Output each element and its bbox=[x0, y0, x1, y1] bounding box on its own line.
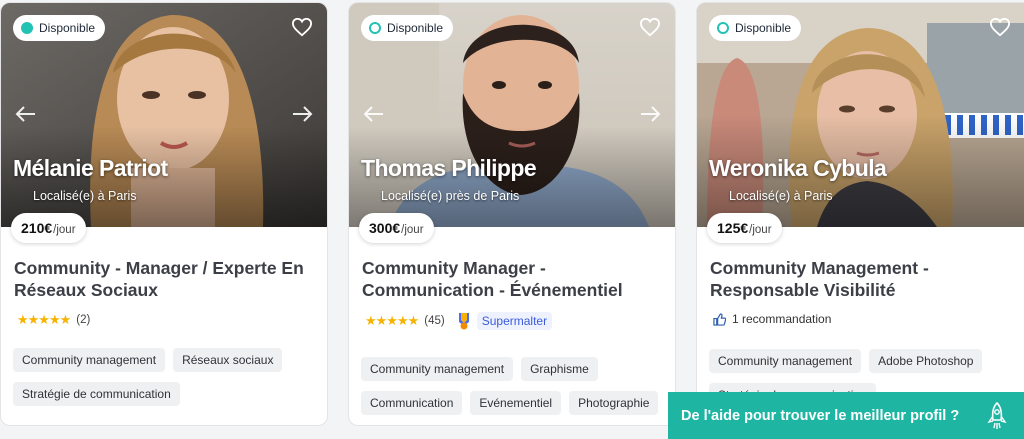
price-badge: 125€ /jour bbox=[707, 213, 782, 243]
skill-tag: Community management bbox=[13, 348, 166, 372]
skill-tag: Photographie bbox=[569, 391, 659, 415]
rating-count: (2) bbox=[76, 314, 91, 326]
skill-tag: Stratégie de communication bbox=[13, 382, 180, 406]
skill-tag: Communication bbox=[361, 391, 463, 415]
supermalter-icon bbox=[458, 313, 469, 330]
freelancer-card-thomas[interactable]: Disponible Thomas Philippe Localisé(e) p… bbox=[348, 2, 676, 426]
freelancer-card-weronika[interactable]: Disponible Weronika Cybula Localisé(e) à… bbox=[696, 2, 1024, 426]
skill-tag: Réseaux sociaux bbox=[173, 348, 283, 372]
skill-tag: Adobe Photoshop bbox=[869, 349, 983, 373]
skill-tags: Community management Réseaux sociaux Str… bbox=[13, 348, 323, 406]
freelancer-location: Localisé(e) près de Paris bbox=[381, 189, 520, 203]
heart-icon[interactable] bbox=[989, 17, 1011, 37]
skill-tag: Graphisme bbox=[521, 357, 598, 381]
price-unit: /jour bbox=[749, 224, 772, 236]
arrow-right-icon[interactable] bbox=[291, 105, 313, 123]
available-dot-icon bbox=[369, 22, 381, 34]
price-amount: 125€ bbox=[717, 220, 749, 236]
rating-count: (45) bbox=[424, 315, 445, 327]
price-unit: /jour bbox=[53, 224, 76, 236]
price-badge: 300€ /jour bbox=[359, 213, 434, 243]
thumbs-up-icon bbox=[713, 312, 726, 326]
skill-tag: Evénementiel bbox=[470, 391, 562, 415]
freelancer-name[interactable]: Mélanie Patriot bbox=[13, 155, 168, 182]
stars-icon: ★★★★★ bbox=[17, 312, 71, 327]
price-unit: /jour bbox=[401, 224, 424, 236]
arrow-left-icon[interactable] bbox=[363, 105, 385, 123]
help-banner[interactable]: De l'aide pour trouver le meilleur profi… bbox=[668, 392, 1024, 439]
freelancer-title[interactable]: Community Manager - Communication - Évén… bbox=[362, 257, 662, 301]
rating: ★★★★★ (2) bbox=[17, 312, 90, 328]
supermalter-badge: Supermalter bbox=[476, 312, 553, 330]
arrow-left-icon[interactable] bbox=[15, 105, 37, 123]
help-banner-label[interactable]: De l'aide pour trouver le meilleur profi… bbox=[681, 408, 959, 424]
availability-label: Disponible bbox=[735, 21, 792, 35]
heart-icon[interactable] bbox=[291, 17, 313, 37]
freelancer-name[interactable]: Weronika Cybula bbox=[709, 155, 887, 182]
freelancer-card-melanie[interactable]: Disponible Mélanie Patriot Localisé(e) à… bbox=[0, 2, 328, 426]
stars-icon: ★★★★★ bbox=[365, 313, 419, 328]
freelancer-location: Localisé(e) à Paris bbox=[729, 189, 833, 203]
freelancer-name[interactable]: Thomas Philippe bbox=[361, 155, 537, 182]
price-amount: 300€ bbox=[369, 220, 401, 236]
skill-tags: Community management Graphisme Communica… bbox=[361, 357, 671, 415]
skill-tag: Community management bbox=[709, 349, 862, 373]
price-badge: 210€ /jour bbox=[11, 213, 86, 243]
heart-icon[interactable] bbox=[639, 17, 661, 37]
rocket-icon bbox=[987, 401, 1007, 429]
availability-label: Disponible bbox=[39, 21, 96, 35]
availability-label: Disponible bbox=[387, 21, 444, 35]
freelancer-location: Localisé(e) à Paris bbox=[33, 189, 137, 203]
recommendation-text: 1 recommandation bbox=[732, 312, 832, 326]
recommendation: 1 recommandation bbox=[713, 312, 831, 326]
availability-badge: Disponible bbox=[361, 15, 454, 41]
availability-badge: Disponible bbox=[709, 15, 802, 41]
available-dot-icon bbox=[717, 22, 729, 34]
available-dot-icon bbox=[21, 22, 33, 34]
freelancer-title[interactable]: Community Management - Responsable Visib… bbox=[710, 257, 1010, 301]
price-amount: 210€ bbox=[21, 220, 53, 236]
skill-tag: Community management bbox=[361, 357, 514, 381]
rating: ★★★★★ (45) Supermalter bbox=[365, 312, 553, 330]
arrow-right-icon[interactable] bbox=[639, 105, 661, 123]
freelancer-title[interactable]: Community - Manager / Experte En Réseaux… bbox=[14, 257, 314, 301]
availability-badge: Disponible bbox=[13, 15, 106, 41]
